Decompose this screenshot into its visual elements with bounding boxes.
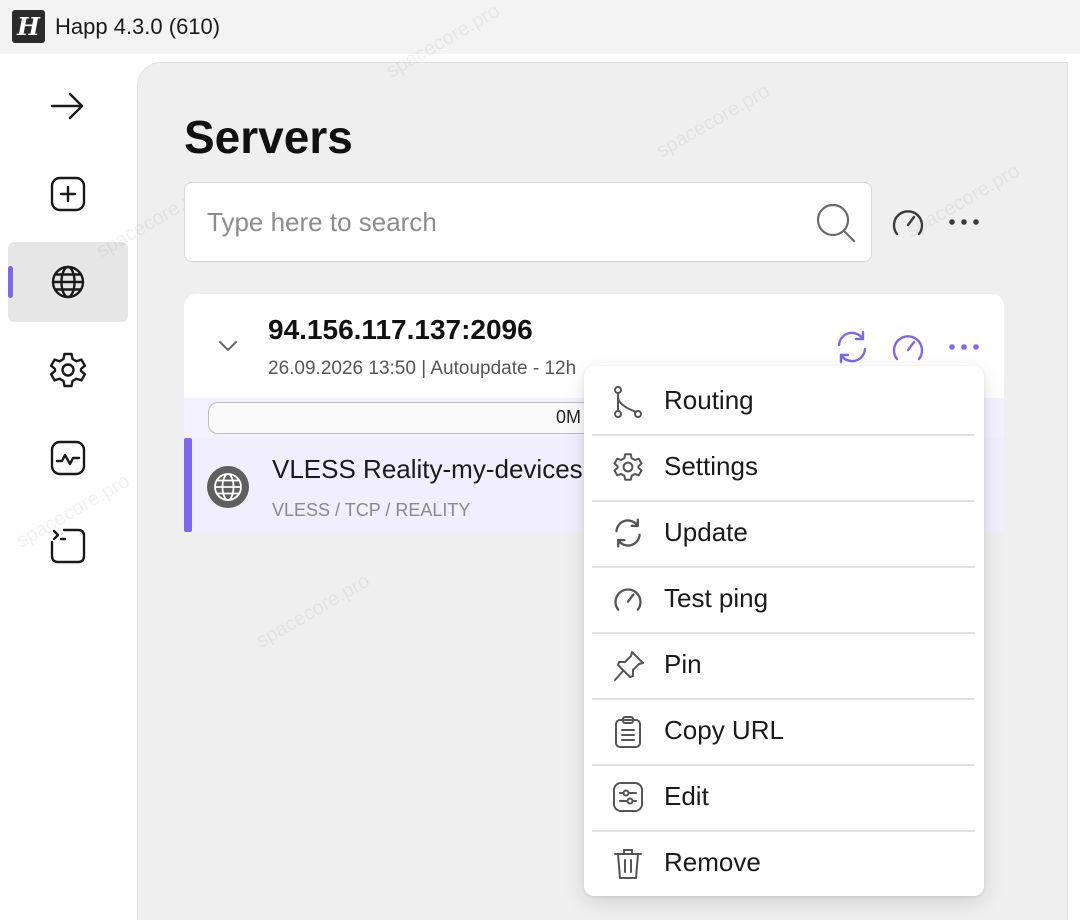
routing-icon [614, 386, 642, 418]
group-subtitle: 26.09.2026 13:50 | Autoupdate - 12h [268, 358, 577, 379]
menu-label: Edit [664, 781, 709, 811]
menu-item-pin[interactable]: Pin [592, 632, 975, 698]
menu-item-routing[interactable]: Routing [592, 368, 975, 434]
sidebar-item-add[interactable] [8, 154, 128, 234]
page-title: Servers [184, 111, 353, 163]
arrow-right-icon [50, 92, 84, 120]
group-name: 94.156.117.137:2096 [268, 314, 533, 345]
menu-label: Copy URL [664, 715, 784, 745]
sidebar-item-servers[interactable] [8, 242, 128, 322]
menu-item-test-ping[interactable]: Test ping [592, 566, 975, 632]
title-bar: H Happ 4.3.0 (610) [0, 0, 1080, 54]
chevron-down-icon[interactable] [214, 334, 242, 358]
search-box[interactable] [184, 182, 872, 262]
sidebar-item-statistics[interactable] [8, 418, 128, 498]
server-globe-icon [207, 466, 249, 508]
ping-icon[interactable] [890, 329, 926, 365]
sliders-icon [613, 782, 643, 812]
sidebar-item-settings[interactable] [8, 330, 128, 410]
more-options-icon[interactable] [946, 204, 982, 240]
pin-icon [614, 651, 644, 681]
context-menu: Routing Settings Update Test ping Pin Co… [584, 366, 984, 896]
trash-icon [614, 849, 642, 879]
clipboard-icon [615, 716, 641, 748]
sidebar-item-connect[interactable] [8, 66, 128, 146]
menu-label: Update [664, 517, 748, 547]
refresh-icon[interactable] [834, 329, 870, 365]
menu-item-edit[interactable]: Edit [592, 764, 975, 830]
search-icon[interactable] [815, 202, 857, 244]
sidebar [0, 54, 137, 920]
group-more-icon[interactable] [946, 329, 982, 365]
server-name: VLESS Reality-my-devices [272, 454, 583, 484]
gear-icon [49, 352, 87, 388]
test-all-ping-icon[interactable] [890, 204, 926, 240]
traffic-label: 0M [556, 407, 582, 427]
traffic-bar [208, 402, 608, 434]
sidebar-item-logs[interactable] [8, 506, 128, 586]
menu-label: Routing [664, 385, 754, 415]
menu-item-settings[interactable]: Settings [592, 434, 975, 500]
menu-item-update[interactable]: Update [592, 500, 975, 566]
window-edge [1067, 62, 1080, 920]
activity-icon [50, 440, 86, 476]
app-logo: H [12, 10, 45, 43]
menu-item-copy-url[interactable]: Copy URL [592, 698, 975, 764]
globe-icon [51, 265, 85, 299]
menu-item-remove[interactable]: Remove [592, 830, 975, 896]
search-input[interactable] [207, 201, 807, 243]
gear-icon [613, 453, 643, 481]
terminal-icon [50, 528, 86, 564]
menu-label: Test ping [664, 583, 769, 613]
server-protocol: VLESS / TCP / REALITY [272, 500, 471, 520]
window-title: Happ 4.3.0 (610) [55, 14, 221, 39]
selected-indicator [184, 438, 192, 532]
speedometer-icon [614, 588, 642, 611]
refresh-icon [615, 518, 641, 548]
menu-label: Remove [664, 847, 761, 877]
menu-label: Settings [664, 451, 758, 481]
plus-square-icon [50, 176, 86, 212]
menu-label: Pin [664, 649, 702, 679]
